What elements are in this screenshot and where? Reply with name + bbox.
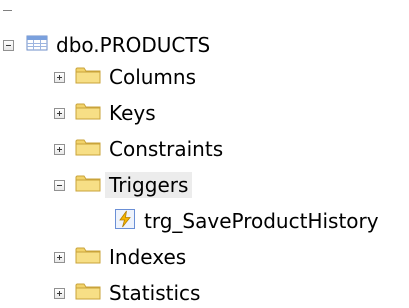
tree-top-connector (3, 10, 12, 11)
folder-icon (75, 65, 101, 89)
expand-toggle-indexes[interactable] (54, 251, 65, 263)
tree-node-table[interactable]: dbo.PRODUCTS (0, 30, 214, 60)
tree-node-indexes[interactable]: Indexes (0, 242, 190, 272)
folder-icon (75, 173, 101, 197)
tree-node-trigger-item[interactable]: trg_SaveProductHistory (0, 206, 383, 236)
tree-node-label[interactable]: Statistics (105, 280, 204, 306)
tree-node-label[interactable]: Columns (105, 64, 200, 90)
collapse-toggle-triggers[interactable] (54, 179, 65, 191)
folder-icon (75, 281, 101, 305)
expand-toggle-keys[interactable] (54, 107, 65, 119)
tree-node-constraints[interactable]: Constraints (0, 134, 227, 164)
tree-node-keys[interactable]: Keys (0, 98, 160, 128)
expand-toggle-statistics[interactable] (54, 287, 65, 299)
tree-node-label[interactable]: trg_SaveProductHistory (140, 208, 383, 234)
tree-node-label-selected[interactable]: Triggers (105, 172, 193, 198)
table-icon (26, 34, 48, 56)
tree-node-columns[interactable]: Columns (0, 62, 200, 92)
expand-toggle-columns[interactable] (54, 71, 65, 83)
folder-icon (75, 245, 101, 269)
trigger-icon (114, 208, 136, 234)
tree-node-label[interactable]: Keys (105, 100, 160, 126)
collapse-toggle-table[interactable] (3, 39, 14, 51)
tree-node-label[interactable]: dbo.PRODUCTS (52, 32, 214, 58)
folder-icon (75, 137, 101, 161)
expand-toggle-constraints[interactable] (54, 143, 65, 155)
tree-node-label[interactable]: Constraints (105, 136, 227, 162)
tree-node-triggers[interactable]: Triggers (0, 170, 193, 200)
tree-node-statistics[interactable]: Statistics (0, 278, 204, 308)
tree-node-label[interactable]: Indexes (105, 244, 190, 270)
folder-icon (75, 101, 101, 125)
